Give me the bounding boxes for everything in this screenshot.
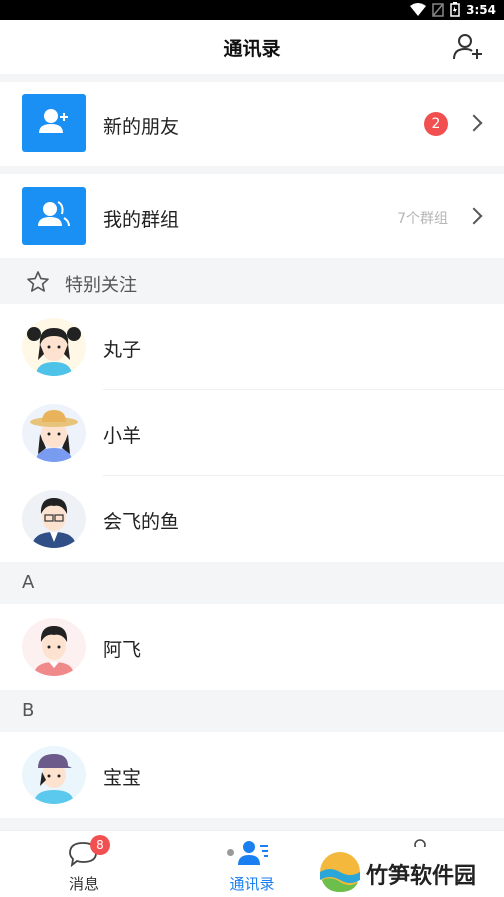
contact-name: 阿飞: [103, 639, 142, 661]
wifi-icon: [410, 2, 427, 16]
contact-name: 丸子: [103, 339, 142, 361]
contacts-icon: [238, 841, 268, 865]
avatar: [22, 746, 86, 804]
tab-contacts[interactable]: 通讯录: [168, 831, 336, 897]
star-icon: [27, 271, 49, 292]
contact-row[interactable]: 阿飞: [0, 604, 504, 690]
tab-messages-label: 消息: [68, 875, 99, 893]
watermark-text: 竹笋软件园: [366, 864, 477, 889]
watermark-logo: [320, 852, 360, 892]
section-a-header: A: [0, 562, 504, 604]
status-bar: 3:54: [0, 0, 504, 20]
chevron-right-icon: [465, 114, 483, 132]
avatar: [22, 404, 86, 462]
contact-row[interactable]: 丸子: [0, 304, 504, 390]
my-groups-tile: [22, 187, 86, 245]
new-friends-label: 新的朋友: [103, 116, 180, 138]
section-letter: A: [22, 572, 35, 593]
page-title: 通讯录: [223, 38, 281, 60]
section-b-header: B: [0, 690, 504, 732]
contact-name: 宝宝: [103, 767, 142, 789]
watermark: 竹笋软件园: [316, 848, 502, 894]
contact-row[interactable]: 小羊: [0, 390, 504, 476]
avatar: [22, 490, 86, 548]
contact-name: 会飞的鱼: [103, 511, 180, 533]
tab-contacts-label: 通讯录: [229, 875, 275, 893]
no-sim-icon: [432, 2, 444, 17]
new-friends-row[interactable]: 新的朋友 2: [0, 82, 504, 166]
special-follow-title: 特别关注: [65, 275, 137, 296]
section-letter: B: [22, 700, 35, 721]
new-friends-tile: [22, 94, 86, 152]
contact-name: 小羊: [103, 425, 142, 447]
avatar: [22, 318, 86, 376]
add-friend-icon: [39, 109, 68, 133]
chevron-right-icon: [465, 207, 483, 225]
group-count: 7个群组: [397, 211, 448, 227]
group-icon: [38, 201, 70, 227]
contact-row[interactable]: 宝宝: [0, 732, 504, 818]
profile-icon: [414, 839, 426, 847]
battery-icon: [450, 2, 460, 17]
add-contact-icon[interactable]: [452, 32, 484, 62]
messages-badge: 8: [90, 835, 110, 855]
active-dot: [227, 849, 234, 856]
avatar: [22, 618, 86, 676]
tab-messages[interactable]: 8 消息: [0, 831, 168, 897]
special-follow-header: 特别关注: [0, 260, 504, 304]
new-friends-badge: 2: [424, 112, 448, 136]
nav-bar: 通讯录: [0, 20, 504, 74]
status-time: 3:54: [466, 2, 496, 17]
my-groups-label: 我的群组: [103, 209, 180, 231]
my-groups-row[interactable]: 我的群组 7个群组: [0, 174, 504, 258]
contact-row[interactable]: 会飞的鱼: [0, 476, 504, 562]
